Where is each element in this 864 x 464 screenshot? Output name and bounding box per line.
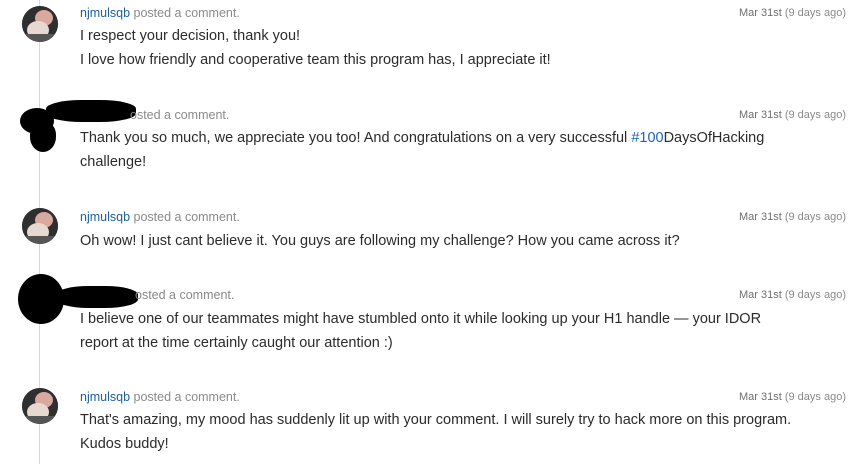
redaction-mark — [46, 100, 136, 122]
comment-action: posted a comment. — [133, 6, 240, 20]
comment-meta: osted a comment. — [135, 288, 234, 302]
comment-line: Oh wow! I just cant believe it. You guys… — [80, 233, 680, 249]
redaction-mark — [56, 286, 138, 308]
username-link[interactable]: njmulsqb — [80, 6, 130, 20]
comment-line: I believe one of our teammates might hav… — [80, 311, 762, 327]
comment-line: I respect your decision, thank you! — [80, 28, 301, 44]
date-label: Mar 31st — [738, 7, 782, 19]
comment-date: Mar 31st (9 days ago) — [739, 7, 846, 19]
relative-time: (9 days ago) — [784, 391, 846, 403]
comment-meta: njmulsqb posted a comment. — [80, 210, 240, 224]
comment-line: Kudos buddy! — [80, 436, 169, 452]
comment-body: I believe one of our teammates might hav… — [80, 307, 850, 355]
username-link[interactable]: njmulsqb — [80, 390, 130, 404]
relative-time: (9 days ago) — [784, 7, 846, 19]
comment-action: osted a comment. — [135, 288, 235, 302]
comment-action: osted a comment. — [130, 108, 230, 122]
user-avatar[interactable] — [22, 388, 58, 424]
user-avatar[interactable] — [22, 208, 58, 244]
redaction-mark — [30, 122, 56, 152]
date-label: Mar 31st — [738, 391, 782, 403]
comment-line: report at the time certainly caught our … — [80, 335, 393, 351]
comment-meta: njmulsqb posted a comment. — [80, 390, 240, 404]
comment-date: Mar 31st (9 days ago) — [739, 289, 846, 301]
comment-body: That's amazing, my mood has suddenly lit… — [80, 408, 850, 456]
comment-action: posted a comment. — [133, 390, 240, 404]
comment-meta: njmulsqb posted a comment. — [80, 6, 240, 20]
relative-time: (9 days ago) — [784, 211, 846, 223]
comment-text: DaysOfHacking — [663, 130, 765, 146]
comment-body: I respect your decision, thank you! I lo… — [80, 24, 850, 72]
hashtag-link[interactable]: #100 — [631, 130, 663, 146]
username-link[interactable]: njmulsqb — [80, 210, 130, 224]
date-label: Mar 31st — [738, 211, 782, 223]
comment-text: Thank you so much, we appreciate you too… — [80, 130, 632, 146]
date-label: Mar 31st — [738, 109, 782, 121]
date-label: Mar 31st — [738, 289, 782, 301]
user-avatar[interactable] — [22, 6, 58, 42]
comment-action: posted a comment. — [133, 210, 240, 224]
relative-time: (9 days ago) — [784, 109, 846, 121]
comment-date: Mar 31st (9 days ago) — [739, 391, 846, 403]
comment-body: Thank you so much, we appreciate you too… — [80, 126, 850, 174]
comment-date: Mar 31st (9 days ago) — [739, 211, 846, 223]
comment-line: I love how friendly and cooperative team… — [80, 52, 551, 68]
comment-body: Oh wow! I just cant believe it. You guys… — [80, 229, 850, 253]
comment-date: Mar 31st (9 days ago) — [739, 109, 846, 121]
comment-line: That's amazing, my mood has suddenly lit… — [80, 412, 792, 428]
comment-meta: osted a comment. — [130, 108, 229, 122]
comment-line: challenge! — [80, 154, 147, 170]
comment-line: Thank you so much, we appreciate you too… — [80, 126, 850, 150]
relative-time: (9 days ago) — [784, 289, 846, 301]
